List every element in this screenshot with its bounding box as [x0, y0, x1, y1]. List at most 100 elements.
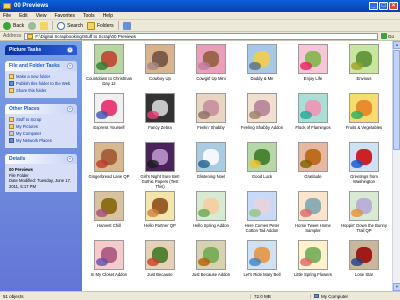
details-header[interactable]: Details ˄ — [5, 154, 77, 164]
thumbnail-item[interactable]: Fancy Zebra — [137, 93, 183, 130]
thumbnail-label: Feeling Shabby Addon — [240, 125, 284, 130]
vertical-scrollbar[interactable]: ▲ ▼ — [392, 41, 400, 291]
computer-icon — [314, 294, 319, 298]
thumbnail-item[interactable]: Just Because — [137, 240, 183, 277]
my-pictures-icon — [9, 124, 14, 129]
status-bar: 51 objects 72.0 MB My Computer — [0, 291, 400, 300]
task-label: Make a new folder — [16, 74, 51, 79]
thumbnail-image — [349, 44, 379, 74]
thumbnail-item[interactable]: Cowgirl Up Mini — [188, 44, 234, 81]
thumbnail-item[interactable]: Glistening Noel — [188, 142, 234, 179]
thumbnail-image — [196, 191, 226, 221]
details-modified: Date Modified: Tuesday, June 17, 2011, 5… — [9, 178, 72, 189]
thumbnail-label: Feelin' Shabby — [197, 125, 225, 130]
chevron-up-icon[interactable]: ˄ — [67, 106, 73, 112]
thumbnail-item[interactable]: Just Because Addon — [188, 240, 234, 277]
menu-tools[interactable]: Tools — [83, 13, 95, 19]
views-button[interactable] — [122, 21, 131, 30]
task-publish-folder[interactable]: Publish this folder to the Web — [9, 81, 73, 86]
close-button[interactable]: × — [389, 2, 398, 10]
thumbnail-item[interactable]: Greetings from Washington — [341, 142, 387, 184]
thumbnail-image — [94, 44, 124, 74]
thumbnail-item[interactable]: Enjoy Life — [290, 44, 336, 81]
thumbnail-item[interactable]: Hoppin' Down the Bunny Trail QP — [341, 191, 387, 233]
thumbnail-item[interactable]: Here Comes Peter Cotton Tail Addon — [239, 191, 285, 233]
thumbnail-item[interactable]: Feeling Shabby Addon — [239, 93, 285, 130]
place-network[interactable]: My Network Places — [9, 138, 73, 143]
menu-favorites[interactable]: Favorites — [54, 13, 75, 19]
address-field[interactable]: F:\Digital Scrapbooking\Stuff to Scrap\0… — [24, 32, 378, 40]
address-label: Address — [3, 33, 22, 39]
up-folder-button[interactable] — [40, 21, 49, 30]
file-tasks-header[interactable]: File and Folder Tasks ˄ — [5, 61, 77, 71]
thumbnail-item[interactable]: Cowboy Up — [137, 44, 183, 81]
other-places-header[interactable]: Other Places ˄ — [5, 104, 77, 114]
thumbnail-item[interactable]: Home Tweet Home Sampler — [290, 191, 336, 233]
thumbnail-image — [145, 191, 175, 221]
menu-file[interactable]: File — [3, 13, 11, 19]
thumbnail-image — [247, 44, 277, 74]
menu-edit[interactable]: Edit — [19, 13, 28, 19]
task-share-folder[interactable]: Share this folder — [9, 88, 73, 93]
thumbnail-item[interactable]: Let's Ride Mary Bell — [239, 240, 285, 277]
back-button[interactable]: Back — [3, 21, 24, 30]
scroll-thumb[interactable] — [393, 50, 400, 150]
thumbnail-item[interactable]: Good Luck — [239, 142, 285, 179]
thumbnail-item[interactable]: In My Closet Addon — [86, 240, 132, 277]
search-label: Search — [67, 22, 83, 29]
chevron-up-icon[interactable]: ˄ — [67, 63, 73, 69]
scroll-down-button[interactable]: ▼ — [393, 283, 400, 291]
thumbnail-label: Cowgirl Up Mini — [196, 76, 226, 81]
thumbnail-item[interactable]: Envious — [341, 44, 387, 81]
thumbnail-label: Envious — [356, 76, 372, 81]
address-path: F:\Digital Scrapbooking\Stuff to Scrap\0… — [35, 33, 137, 39]
folder-icon — [3, 3, 11, 9]
place-my-pictures[interactable]: My Pictures — [9, 124, 73, 129]
picture-tasks-header[interactable]: Picture Tasks ˅ — [5, 45, 77, 55]
place-label: My Network Places — [16, 138, 52, 143]
place-my-computer[interactable]: My Computer — [9, 131, 73, 136]
search-icon — [57, 21, 66, 30]
task-new-folder[interactable]: Make a new folder — [9, 74, 73, 79]
chevron-up-icon[interactable]: ˄ — [67, 156, 73, 162]
thumbnail-item[interactable]: Hello Partner QP — [137, 191, 183, 228]
forward-button[interactable] — [28, 21, 37, 30]
toolbar-divider — [117, 21, 119, 30]
toolbar: Back Search Folders — [0, 20, 400, 32]
thumbnail-item[interactable]: Hello Spring Addon — [188, 191, 234, 228]
chevron-down-icon[interactable]: ˅ — [67, 47, 73, 53]
thumbnail-label: Gingerbread Lane QP — [88, 174, 130, 179]
toolbar-divider — [52, 21, 54, 30]
thumbnail-item[interactable]: Harvest Chill — [86, 191, 132, 228]
thumbnail-item[interactable]: Gingerbread Lane QP — [86, 142, 132, 179]
thumbnail-item[interactable]: Countdown to Christmas Day 12 — [86, 44, 132, 86]
minimize-button[interactable]: _ — [369, 2, 378, 10]
thumbnail-item[interactable]: Express Yourself — [86, 93, 132, 130]
thumbnail-grid: Countdown to Christmas Day 12 Cowboy Up Co… — [82, 41, 392, 291]
thumbnail-item[interactable]: Girl's Night Sure Bet! Gothic Papers (Te… — [137, 142, 183, 189]
thumbnail-image — [247, 240, 277, 270]
menu-help[interactable]: Help — [103, 13, 113, 19]
task-label: Publish this folder to the Web — [16, 81, 71, 86]
go-button[interactable]: Go — [381, 33, 397, 40]
thumbnail-image — [94, 142, 124, 172]
thumbnail-item[interactable]: Feelin' Shabby — [188, 93, 234, 130]
folders-button[interactable]: Folders — [86, 21, 114, 30]
thumbnail-image — [94, 93, 124, 123]
maximize-button[interactable]: □ — [379, 2, 388, 10]
thumbnail-item[interactable]: Gratitude — [290, 142, 336, 179]
place-stuff-to-scrap[interactable]: Stuff to Scrap — [9, 117, 73, 122]
scroll-up-button[interactable]: ▲ — [393, 41, 400, 49]
file-list: Countdown to Christmas Day 12 Cowboy Up Co… — [82, 41, 392, 291]
thumbnail-image — [145, 240, 175, 270]
thumbnail-image — [196, 44, 226, 74]
thumbnail-item[interactable]: Lone Star — [341, 240, 387, 277]
thumbnail-item[interactable]: Flock of Flamingos — [290, 93, 336, 130]
thumbnail-item[interactable]: Little Spring Flowers — [290, 240, 336, 277]
thumbnail-image — [247, 93, 277, 123]
search-button[interactable]: Search — [57, 21, 83, 30]
thumbnail-item[interactable]: Fruits & Vegetables — [341, 93, 387, 130]
menu-view[interactable]: View — [36, 13, 47, 19]
thumbnail-label: Here Comes Peter Cotton Tail Addon — [244, 223, 280, 233]
thumbnail-item[interactable]: Daddy & Me — [239, 44, 285, 81]
